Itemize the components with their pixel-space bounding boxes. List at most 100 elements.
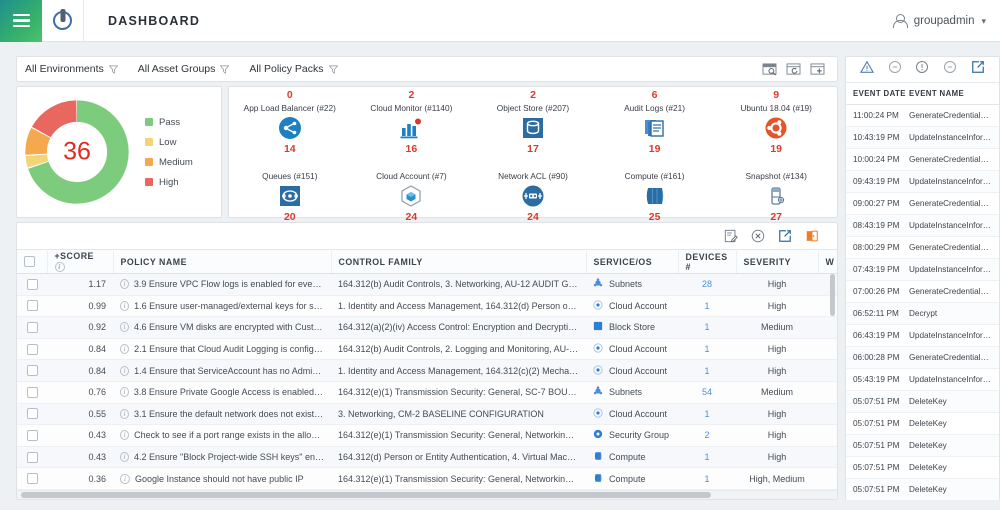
devices-link[interactable]: 1 xyxy=(704,474,709,484)
report-icon[interactable] xyxy=(805,229,819,243)
event-row[interactable]: 10:00:24 PMGenerateCredentialR… xyxy=(846,149,999,171)
cell-policy-name[interactable]: iGoogle Instance should not have public … xyxy=(113,468,331,490)
row-checkbox[interactable] xyxy=(27,322,38,333)
cell-policy-name[interactable]: i4.6 Ensure VM disks are encrypted with … xyxy=(113,317,331,339)
table-row[interactable]: 0.84i2.1 Ensure that Cloud Audit Logging… xyxy=(17,338,838,360)
info-icon[interactable]: i xyxy=(120,409,129,419)
row-checkbox[interactable] xyxy=(27,344,38,355)
export-icon[interactable] xyxy=(971,60,985,79)
minus-circle-icon[interactable] xyxy=(888,60,902,79)
table-row[interactable]: 0.43iCheck to see if a port range exists… xyxy=(17,425,838,447)
cell-policy-name[interactable]: i4.2 Ensure "Block Project-wide SSH keys… xyxy=(113,446,331,468)
row-select-cell[interactable] xyxy=(17,468,47,490)
cell-devices[interactable]: 2 xyxy=(678,425,736,447)
column-header-devices[interactable]: DEVICES # xyxy=(678,250,736,274)
cell-devices[interactable]: 28 xyxy=(678,274,736,296)
row-checkbox[interactable] xyxy=(27,365,38,376)
resource-tile[interactable]: 2Object Store (#207)17 xyxy=(472,87,594,155)
event-row[interactable]: 11:00:24 PMGenerateCredentialR… xyxy=(846,105,999,127)
cell-devices[interactable]: 1 xyxy=(678,338,736,360)
devices-link[interactable]: 1 xyxy=(704,409,709,419)
cell-policy-name[interactable]: i2.1 Ensure that Cloud Audit Logging is … xyxy=(113,338,331,360)
row-checkbox[interactable] xyxy=(27,387,38,398)
cell-devices[interactable]: 1 xyxy=(678,468,736,490)
scrollbar-thumb[interactable] xyxy=(830,274,835,316)
resource-tile[interactable]: Compute (#161)25 xyxy=(594,155,716,223)
column-header-policy-name[interactable]: POLICY NAME xyxy=(113,250,331,274)
cell-policy-name[interactable]: i3.1 Ensure the default network does not… xyxy=(113,403,331,425)
row-checkbox[interactable] xyxy=(27,279,38,290)
row-checkbox[interactable] xyxy=(27,473,38,484)
event-row[interactable]: 10:43:19 PMUpdateInstanceInfor… xyxy=(846,127,999,149)
cell-devices[interactable]: 1 xyxy=(678,446,736,468)
row-select-cell[interactable] xyxy=(17,295,47,317)
cell-policy-name[interactable]: iCheck to see if a port range exists in … xyxy=(113,425,331,447)
info-icon[interactable]: i xyxy=(120,344,129,354)
chevron-down-icon[interactable]: ▾ xyxy=(981,16,986,27)
devices-link[interactable]: 1 xyxy=(704,322,709,332)
user-menu[interactable]: groupadmin ▾ xyxy=(892,0,986,42)
devices-link[interactable]: 54 xyxy=(702,387,712,397)
cell-devices[interactable]: 1 xyxy=(678,403,736,425)
filter-all-environments[interactable]: All Environments xyxy=(25,63,118,75)
event-row[interactable]: 08:43:19 PMUpdateInstanceInfor… xyxy=(846,215,999,237)
row-checkbox[interactable] xyxy=(27,430,38,441)
cell-policy-name[interactable]: i3.8 Ensure Private Google Access is ena… xyxy=(113,381,331,403)
cell-devices[interactable]: 1 xyxy=(678,360,736,382)
event-row[interactable]: 06:52:11 PMDecrypt xyxy=(846,303,999,325)
info-icon[interactable]: i xyxy=(120,474,130,484)
table-row[interactable]: 1.17i3.9 Ensure VPC Flow logs is enabled… xyxy=(17,274,838,296)
row-checkbox[interactable] xyxy=(27,452,38,463)
row-select-cell[interactable] xyxy=(17,338,47,360)
cell-policy-name[interactable]: i3.9 Ensure VPC Flow logs is enabled for… xyxy=(113,274,331,296)
export-icon[interactable] xyxy=(778,229,792,243)
column-header-score[interactable]: +SCORE i xyxy=(47,250,113,274)
hamburger-menu-icon[interactable] xyxy=(0,0,42,42)
power-logo-icon[interactable] xyxy=(42,0,84,42)
panel-add-icon[interactable] xyxy=(810,63,825,76)
event-row[interactable]: 09:00:27 PMGenerateCredentialR… xyxy=(846,193,999,215)
row-checkbox[interactable] xyxy=(27,300,38,311)
event-row[interactable]: 05:43:19 PMUpdateInstanceInfor… xyxy=(846,369,999,391)
panel-refresh-icon[interactable] xyxy=(786,63,801,76)
table-row[interactable]: 0.55i3.1 Ensure the default network does… xyxy=(17,403,838,425)
table-row[interactable]: 0.76i3.8 Ensure Private Google Access is… xyxy=(17,381,838,403)
column-header-control-family[interactable]: CONTROL FAMILY xyxy=(331,250,586,274)
table-row[interactable]: 0.36iGoogle Instance should not have pub… xyxy=(17,468,838,490)
event-row[interactable]: 07:00:26 PMGenerateCredentialR… xyxy=(846,281,999,303)
resource-tile[interactable]: Snapshot (#134)27 xyxy=(715,155,837,223)
row-select-cell[interactable] xyxy=(17,446,47,468)
filter-all-policy-packs[interactable]: All Policy Packs xyxy=(249,63,337,75)
row-checkbox[interactable] xyxy=(27,408,38,419)
table-row[interactable]: 0.84i1.4 Ensure that ServiceAccount has … xyxy=(17,360,838,382)
devices-link[interactable]: 1 xyxy=(704,452,709,462)
info-icon[interactable]: i xyxy=(120,279,129,289)
event-row[interactable]: 09:43:19 PMUpdateInstanceInfor… xyxy=(846,171,999,193)
edit-note-icon[interactable] xyxy=(724,229,738,243)
event-row[interactable]: 05:07:51 PMDeleteKey xyxy=(846,413,999,435)
cell-devices[interactable]: 1 xyxy=(678,295,736,317)
resource-tile[interactable]: 9Ubuntu 18.04 (#19)19 xyxy=(715,87,837,155)
devices-link[interactable]: 1 xyxy=(704,344,709,354)
table-row[interactable]: 0.43i4.2 Ensure "Block Project-wide SSH … xyxy=(17,446,838,468)
exclamation-circle-icon[interactable] xyxy=(915,60,929,79)
event-row[interactable]: 06:00:28 PMGenerateCredentialR… xyxy=(846,347,999,369)
row-select-cell[interactable] xyxy=(17,403,47,425)
column-header-select-all[interactable] xyxy=(17,250,47,274)
devices-link[interactable]: 1 xyxy=(704,366,709,376)
info-icon[interactable]: i xyxy=(120,366,129,376)
table-horizontal-scrollbar[interactable] xyxy=(17,490,837,499)
info-icon[interactable]: i xyxy=(120,430,129,440)
resource-tile[interactable]: Queues (#151)20 xyxy=(229,155,351,223)
panel-search-icon[interactable] xyxy=(762,63,777,76)
event-row[interactable]: 07:43:19 PMUpdateInstanceInfor… xyxy=(846,259,999,281)
info-icon[interactable]: i xyxy=(120,322,129,332)
table-vertical-scrollbar[interactable] xyxy=(830,274,835,482)
row-select-cell[interactable] xyxy=(17,381,47,403)
column-header-w[interactable]: W xyxy=(818,250,838,274)
resource-tile[interactable]: Cloud Account (#7)24 xyxy=(351,155,473,223)
row-select-cell[interactable] xyxy=(17,425,47,447)
filter-all-asset-groups[interactable]: All Asset Groups xyxy=(138,63,230,75)
info-icon[interactable]: i xyxy=(55,262,65,272)
info-icon[interactable]: i xyxy=(120,301,129,311)
